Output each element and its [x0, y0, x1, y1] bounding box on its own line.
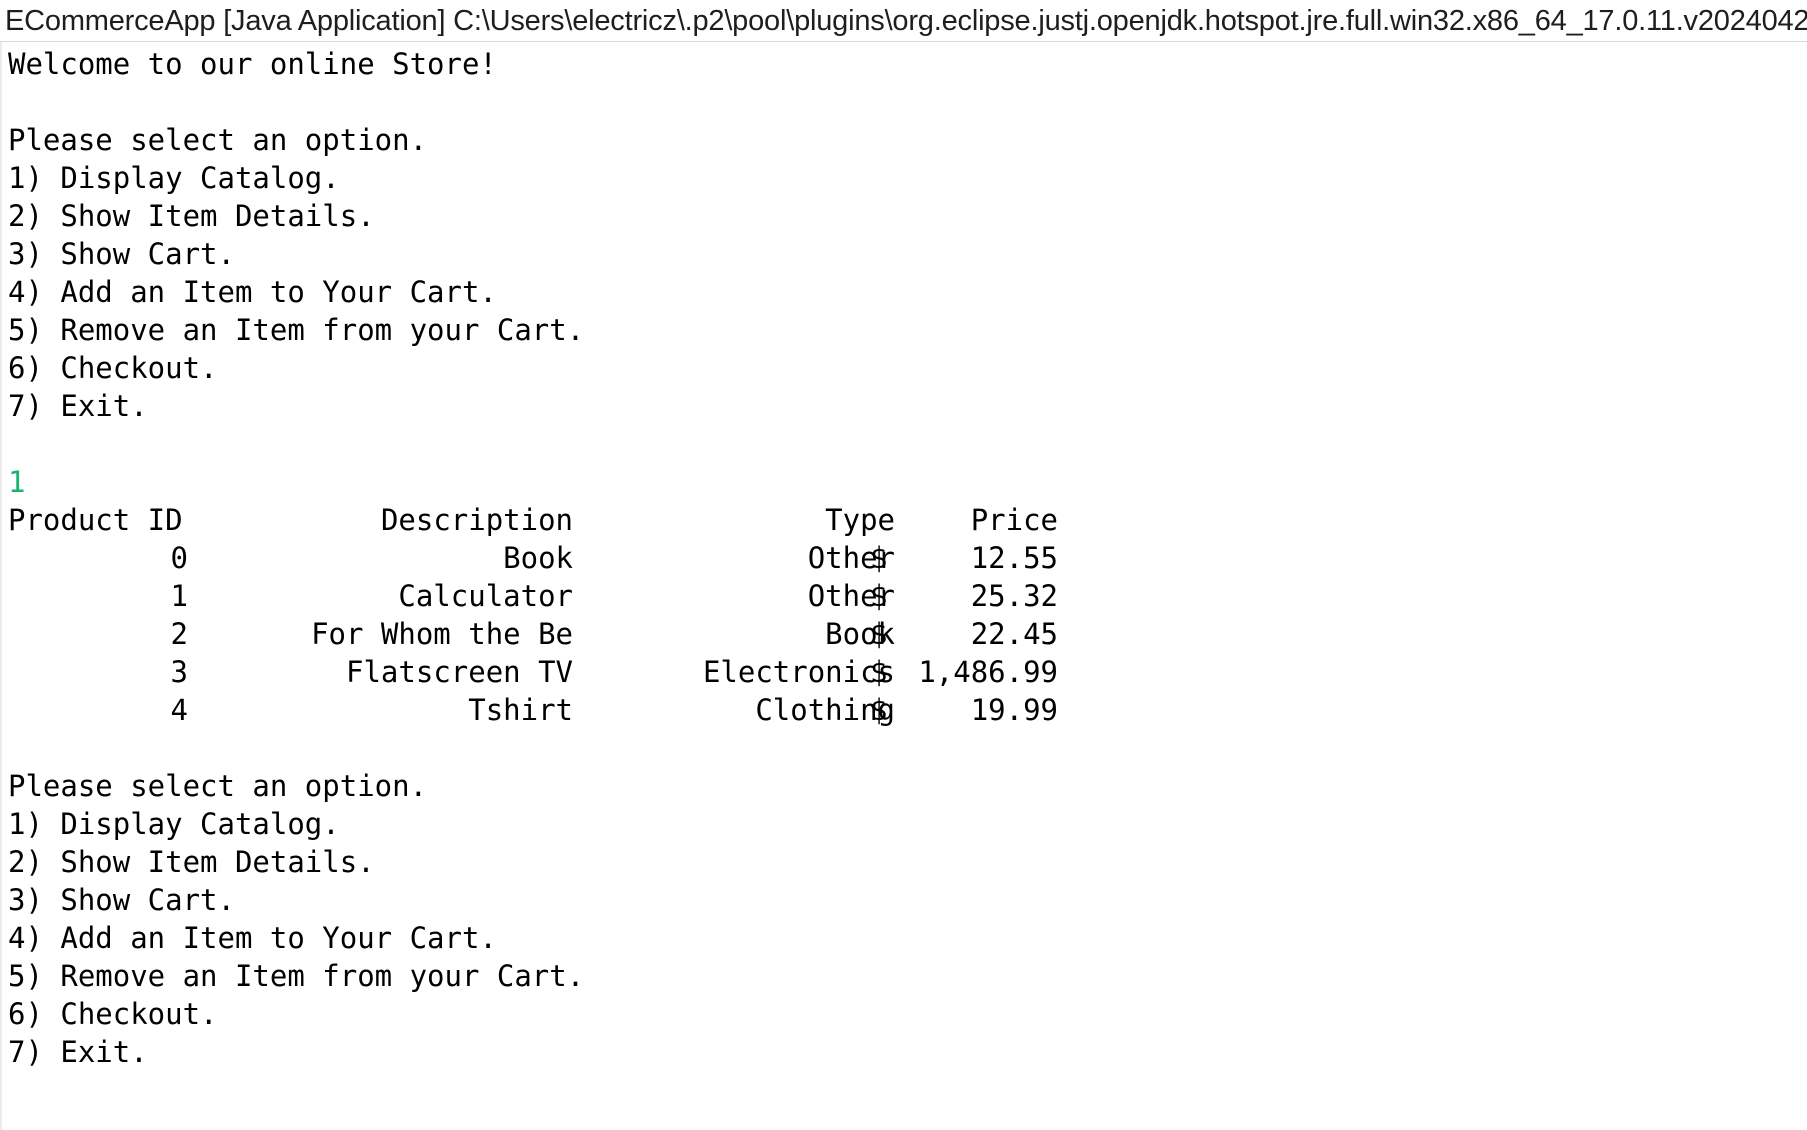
product-type: Electronics — [702, 655, 895, 689]
product-id: 0 — [170, 541, 188, 575]
product-price: 1,486.99 — [918, 655, 1058, 689]
welcome-message: Welcome to our online Store! — [8, 47, 497, 81]
user-input-line: 1 — [8, 465, 26, 499]
menu-prompt: Please select an option. — [8, 123, 428, 157]
catalog-row: 3 Flatscreen TV Electronics $ 1,486.99 — [8, 653, 1798, 691]
header-product-id: Product ID — [8, 503, 183, 537]
currency-symbol: $ — [870, 655, 888, 689]
catalog-row: 4 Tshirt Clothing $ 19.99 — [8, 691, 1798, 729]
menu-option-show-item-details: 2) Show Item Details. — [8, 199, 375, 233]
product-price: 25.32 — [970, 579, 1058, 613]
catalog-header-row: Product ID Description Type Price — [8, 501, 1798, 539]
menu-option-remove-item: 5) Remove an Item from your Cart. — [8, 959, 585, 993]
menu-option-add-item: 4) Add an Item to Your Cart. — [8, 921, 497, 955]
product-price: 19.99 — [970, 693, 1058, 727]
currency-symbol: $ — [870, 579, 888, 613]
menu-option-add-item: 4) Add an Item to Your Cart. — [8, 275, 497, 309]
product-price: 12.55 — [970, 541, 1058, 575]
console-output[interactable]: Welcome to our online Store! Please sele… — [8, 45, 1798, 1125]
product-id: 3 — [170, 655, 188, 689]
catalog-table: Product ID Description Type Price 0 Book… — [8, 501, 1798, 729]
menu-option-exit: 7) Exit. — [8, 1035, 148, 1069]
menu-option-show-cart: 3) Show Cart. — [8, 883, 235, 917]
menu-prompt: Please select an option. — [8, 769, 428, 803]
product-description: Calculator — [398, 579, 573, 613]
console-left-edge — [0, 42, 2, 1130]
menu-option-show-item-details: 2) Show Item Details. — [8, 845, 375, 879]
menu-option-display-catalog: 1) Display Catalog. — [8, 161, 340, 195]
catalog-row: 1 Calculator Other $ 25.32 — [8, 577, 1798, 615]
product-description: Tshirt — [468, 693, 573, 727]
product-id: 4 — [170, 693, 188, 727]
menu-block-2: Please select an option. 1) Display Cata… — [8, 767, 1798, 1071]
header-type: Type — [825, 503, 895, 537]
currency-symbol: $ — [870, 617, 888, 651]
console-title-bar: ECommerceApp [Java Application] C:\Users… — [0, 0, 1807, 42]
catalog-row: 2 For Whom the Be Book $ 22.45 — [8, 615, 1798, 653]
currency-symbol: $ — [870, 693, 888, 727]
menu-option-exit: 7) Exit. — [8, 389, 148, 423]
menu-option-checkout: 6) Checkout. — [8, 997, 218, 1031]
product-price: 22.45 — [970, 617, 1058, 651]
header-price: Price — [970, 503, 1058, 537]
menu-option-checkout: 6) Checkout. — [8, 351, 218, 385]
menu-option-display-catalog: 1) Display Catalog. — [8, 807, 340, 841]
product-id: 1 — [170, 579, 188, 613]
console-window: ECommerceApp [Java Application] C:\Users… — [0, 0, 1807, 1130]
header-description: Description — [380, 503, 573, 537]
menu-option-remove-item: 5) Remove an Item from your Cart. — [8, 313, 585, 347]
menu-block-1: Please select an option. 1) Display Cata… — [8, 121, 1798, 425]
product-description: For Whom the Be — [311, 617, 573, 651]
catalog-row: 0 Book Other $ 12.55 — [8, 539, 1798, 577]
currency-symbol: $ — [870, 541, 888, 575]
product-description: Book — [503, 541, 573, 575]
product-id: 2 — [170, 617, 188, 651]
menu-option-show-cart: 3) Show Cart. — [8, 237, 235, 271]
product-description: Flatscreen TV — [346, 655, 573, 689]
